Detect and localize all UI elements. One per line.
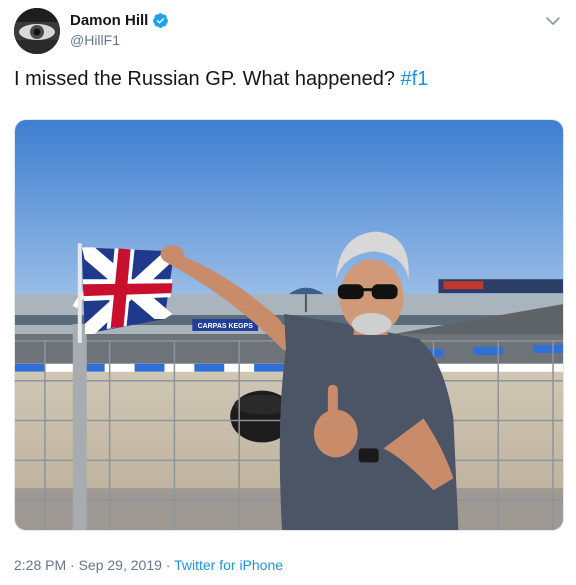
avatar-eye-icon xyxy=(14,8,60,54)
photo-illustration: CARPAS KEGPS xyxy=(15,120,563,530)
banner-text: CARPAS KEGPS xyxy=(198,323,254,330)
avatar[interactable] xyxy=(14,8,60,54)
meta-separator-2: · xyxy=(165,557,171,573)
hashtag-link[interactable]: #f1 xyxy=(401,68,429,90)
author-name-row: Damon Hill xyxy=(70,12,169,29)
tweet-meta: 2:28 PM · Sep 29, 2019 · Twitter for iPh… xyxy=(14,557,283,573)
tweet-text: I missed the Russian GP. What happened? … xyxy=(14,68,428,91)
tweet-body: I missed the Russian GP. What happened? xyxy=(14,68,395,90)
meta-separator: · xyxy=(70,557,75,573)
tweet-time[interactable]: 2:28 PM xyxy=(14,557,66,573)
verified-badge-icon xyxy=(153,13,169,28)
author-display-name[interactable]: Damon Hill xyxy=(70,12,148,29)
author-handle[interactable]: @HillF1 xyxy=(70,32,120,48)
tweet-card: Damon Hill @HillF1 I missed the Russian … xyxy=(0,0,576,585)
tweet-source-link[interactable]: Twitter for iPhone xyxy=(174,557,283,573)
tweet-photo[interactable]: CARPAS KEGPS xyxy=(14,119,564,531)
chevron-down-icon[interactable] xyxy=(544,12,562,30)
tweet-date[interactable]: Sep 29, 2019 xyxy=(79,557,162,573)
